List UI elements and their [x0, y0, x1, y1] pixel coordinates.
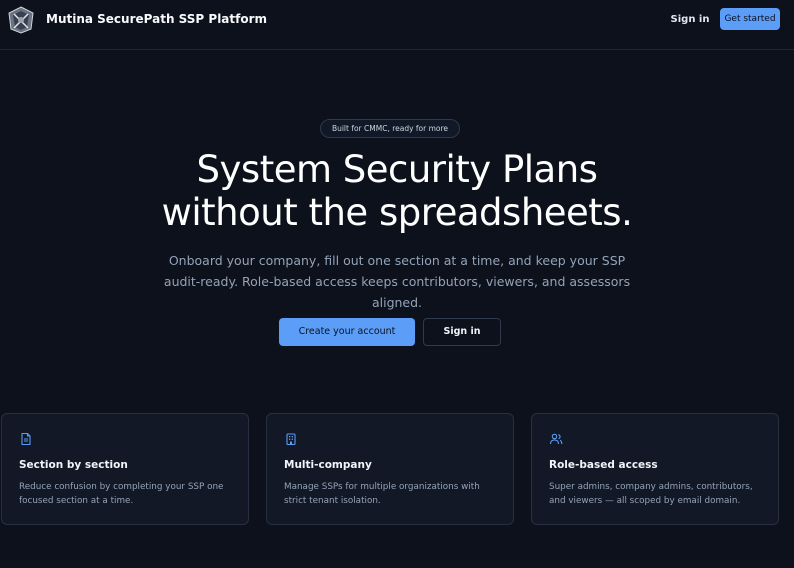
nav-sign-in-button[interactable]: Sign in	[668, 11, 712, 29]
hero-badge: Built for CMMC, ready for more	[320, 119, 460, 138]
hero-headline-line-1: System Security Plans	[196, 148, 598, 191]
feature-title: Role-based access	[549, 459, 658, 471]
feature-card-role-based-access: Role-based access Super admins, company …	[531, 413, 779, 525]
hero-headline-line-2: without the spreadsheets.	[161, 191, 633, 234]
shield-logo-icon[interactable]	[6, 5, 36, 35]
nav-get-started-button[interactable]: Get started	[720, 8, 780, 30]
feature-card-multi-company: Multi-company Manage SSPs for multiple o…	[266, 413, 514, 525]
hero-subtext: Onboard your company, fill out one secti…	[163, 253, 631, 310]
top-nav: Mutina SecurePath SSP Platform Sign in G…	[0, 0, 794, 50]
users-icon	[549, 433, 563, 445]
feature-description: Super admins, company admins, contributo…	[549, 482, 753, 506]
create-account-button[interactable]: Create your account	[279, 318, 415, 346]
feature-description: Manage SSPs for multiple organizations w…	[284, 482, 480, 506]
feature-title: Section by section	[19, 459, 128, 471]
hero-headline: System Security Plans without the spread…	[0, 148, 794, 234]
brand-name[interactable]: Mutina SecurePath SSP Platform	[46, 12, 267, 26]
hero-sign-in-button[interactable]: Sign in	[423, 318, 501, 346]
feature-card-section-by-section: Section by section Reduce confusion by c…	[1, 413, 249, 525]
building-icon	[286, 433, 296, 446]
feature-description: Reduce confusion by completing your SSP …	[19, 482, 224, 506]
feature-title: Multi-company	[284, 459, 372, 471]
document-icon	[21, 432, 31, 446]
